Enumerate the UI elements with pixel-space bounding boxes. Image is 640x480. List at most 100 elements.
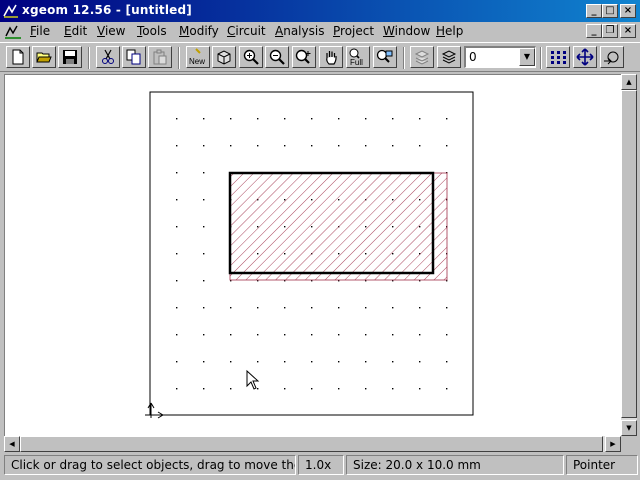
layer-mesh-button[interactable] [410,46,434,68]
menu-tools[interactable]: Tools [135,24,169,38]
snap-grid-button[interactable] [546,46,570,68]
doc-close-button[interactable]: × [620,24,636,38]
grid-dot [257,118,259,120]
drawing-canvas[interactable] [5,75,622,437]
open-button[interactable] [32,46,56,68]
close-button[interactable]: × [620,4,636,18]
toolbar-separator [88,47,90,69]
xgeom-app-icon[interactable] [3,3,19,19]
scroll-up-arrow[interactable]: ▲ [621,74,637,90]
grid-dot [230,145,232,147]
grid-dot [365,145,367,147]
grid-dot [338,361,340,363]
zoom-in-button[interactable] [239,46,263,68]
pan-button[interactable] [319,46,343,68]
grid-dot [203,361,205,363]
drawing-area[interactable] [4,74,621,436]
grid-dot [203,334,205,336]
status-hint: Click or drag to select objects, drag to… [4,455,296,475]
copy-icon [126,49,141,65]
grid-dot [176,118,178,120]
grid-dot [338,388,340,390]
scroll-left-arrow[interactable]: ◀ [4,436,20,452]
grid-dot [203,118,205,120]
rotate-copy-button[interactable] [600,46,624,68]
snap-grid-icon [551,51,566,64]
3d-view-button[interactable] [212,46,236,68]
new-file-button[interactable] [6,46,30,68]
new-view-button[interactable]: New [186,46,210,68]
menu-view[interactable]: View [95,24,127,38]
grid-dot [203,388,205,390]
grid-dot [392,388,394,390]
zoom-full-label: Full [350,58,363,66]
grid-dot [176,388,178,390]
grid-dot [176,199,178,201]
grid-dot [311,334,313,336]
horizontal-scroll-thumb[interactable] [20,436,603,452]
zoom-out-button[interactable] [265,46,289,68]
scroll-down-arrow[interactable]: ▼ [621,420,637,436]
grid-dot [176,361,178,363]
grid-dot [257,307,259,309]
grid-dot [446,118,448,120]
grid-dot [203,145,205,147]
layer-select[interactable]: 0 ▼ [464,46,536,68]
cut-button[interactable] [96,46,120,68]
paste-button[interactable] [148,46,172,68]
grid-dot [230,307,232,309]
menu-analysis[interactable]: Analysis [273,24,326,38]
grid-dot [284,334,286,336]
title-bar: xgeom 12.56 - [untitled] _ □ × [0,0,640,22]
document-icon[interactable] [4,24,22,40]
zoom-objects-button[interactable] [373,46,397,68]
hatched-polygon[interactable] [229,172,448,281]
layer-stack-icon [441,50,457,64]
grid-dot [203,307,205,309]
3d-view-icon [217,50,231,65]
grid-dot [230,388,232,390]
horizontal-scrollbar[interactable]: ◀ ▶ [4,436,621,452]
minimize-button[interactable]: _ [586,4,602,18]
grid-dot [230,361,232,363]
copy-button[interactable] [122,46,146,68]
menu-help[interactable]: Help [434,24,465,38]
scroll-right-arrow[interactable]: ▶ [605,436,621,452]
grid-dot [338,145,340,147]
grid-dot [446,145,448,147]
grid-dot [257,145,259,147]
doc-minimize-button[interactable]: _ [586,24,602,38]
chevron-down-icon[interactable]: ▼ [519,48,535,66]
grid-dot [230,334,232,336]
maximize-button[interactable]: □ [602,4,618,18]
grid-dot [230,118,232,120]
grid-dot [284,361,286,363]
menu-modify[interactable]: Modify [177,24,221,38]
zoom-window-button[interactable] [292,46,316,68]
menu-window[interactable]: Window [381,24,432,38]
toolbar-separator [178,47,180,69]
menu-file[interactable]: File [28,24,52,38]
zoom-window-icon [295,49,311,64]
zoom-full-button[interactable]: Full [346,46,370,68]
scrollbar-corner [621,436,637,452]
grid-dot [176,334,178,336]
doc-restore-button[interactable]: ❐ [602,24,618,38]
status-zoom: 1.0x [298,455,344,475]
menu-project[interactable]: Project [331,24,376,38]
menu-edit[interactable]: Edit [62,24,89,38]
grid-dot [284,388,286,390]
grid-dot [176,145,178,147]
layer-stack-button[interactable] [437,46,461,68]
move-button[interactable] [573,46,597,68]
open-folder-icon [36,52,52,63]
grid-dot [419,361,421,363]
grid-dot [365,388,367,390]
grid-dot [284,118,286,120]
vertical-scroll-thumb[interactable] [621,90,637,418]
status-mode: Pointer [566,455,638,475]
menu-circuit[interactable]: Circuit [225,24,268,38]
grid-dot [392,307,394,309]
vertical-scrollbar[interactable]: ▲ ▼ [621,74,637,436]
save-button[interactable] [58,46,82,68]
